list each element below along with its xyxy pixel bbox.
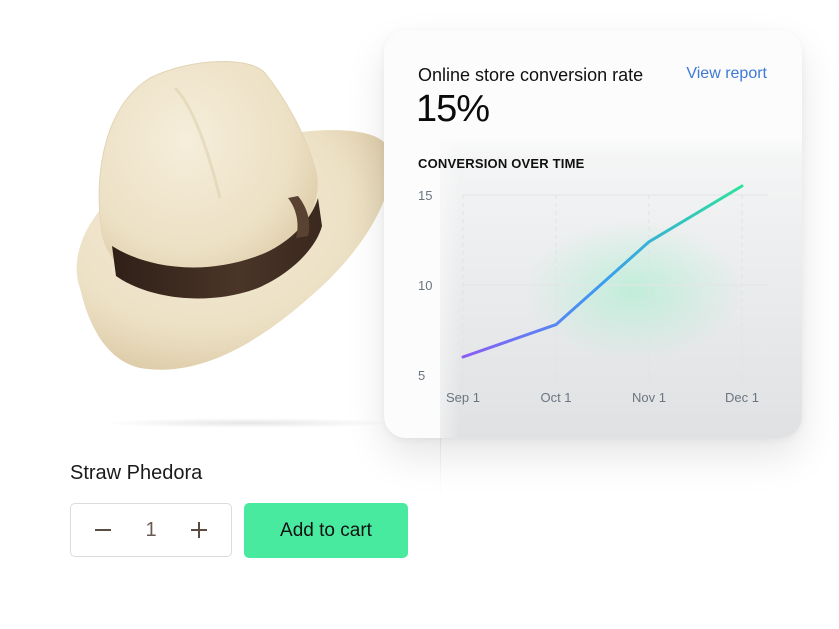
conversion-card: Online store conversion rate View report… (384, 30, 802, 438)
y-tick-label: 10 (418, 278, 432, 293)
conversion-chart: Sep 1 Oct 1 Nov 1 Dec 1 5 10 15 (418, 184, 768, 405)
x-tick-label: Nov 1 (632, 390, 666, 405)
x-tick-label: Oct 1 (540, 390, 571, 405)
product-panel: Straw Phedora 1 Add to cart (0, 0, 441, 629)
x-tick-label: Dec 1 (725, 390, 759, 405)
y-tick-label: 5 (418, 368, 425, 383)
quantity-stepper[interactable]: 1 (70, 503, 232, 557)
divider (440, 438, 441, 498)
product-title: Straw Phedora (70, 462, 203, 484)
y-tick-label: 15 (418, 188, 432, 203)
chart-glow (524, 220, 744, 360)
x-tick-label: Sep 1 (446, 390, 480, 405)
quantity-value[interactable]: 1 (145, 519, 156, 542)
product-shadow (100, 418, 400, 428)
minus-icon (95, 529, 111, 531)
decrement-button[interactable] (91, 518, 115, 542)
add-to-cart-button[interactable]: Add to cart (244, 503, 408, 558)
increment-button[interactable] (187, 518, 211, 542)
product-image (76, 61, 392, 370)
plus-icon (191, 522, 207, 538)
